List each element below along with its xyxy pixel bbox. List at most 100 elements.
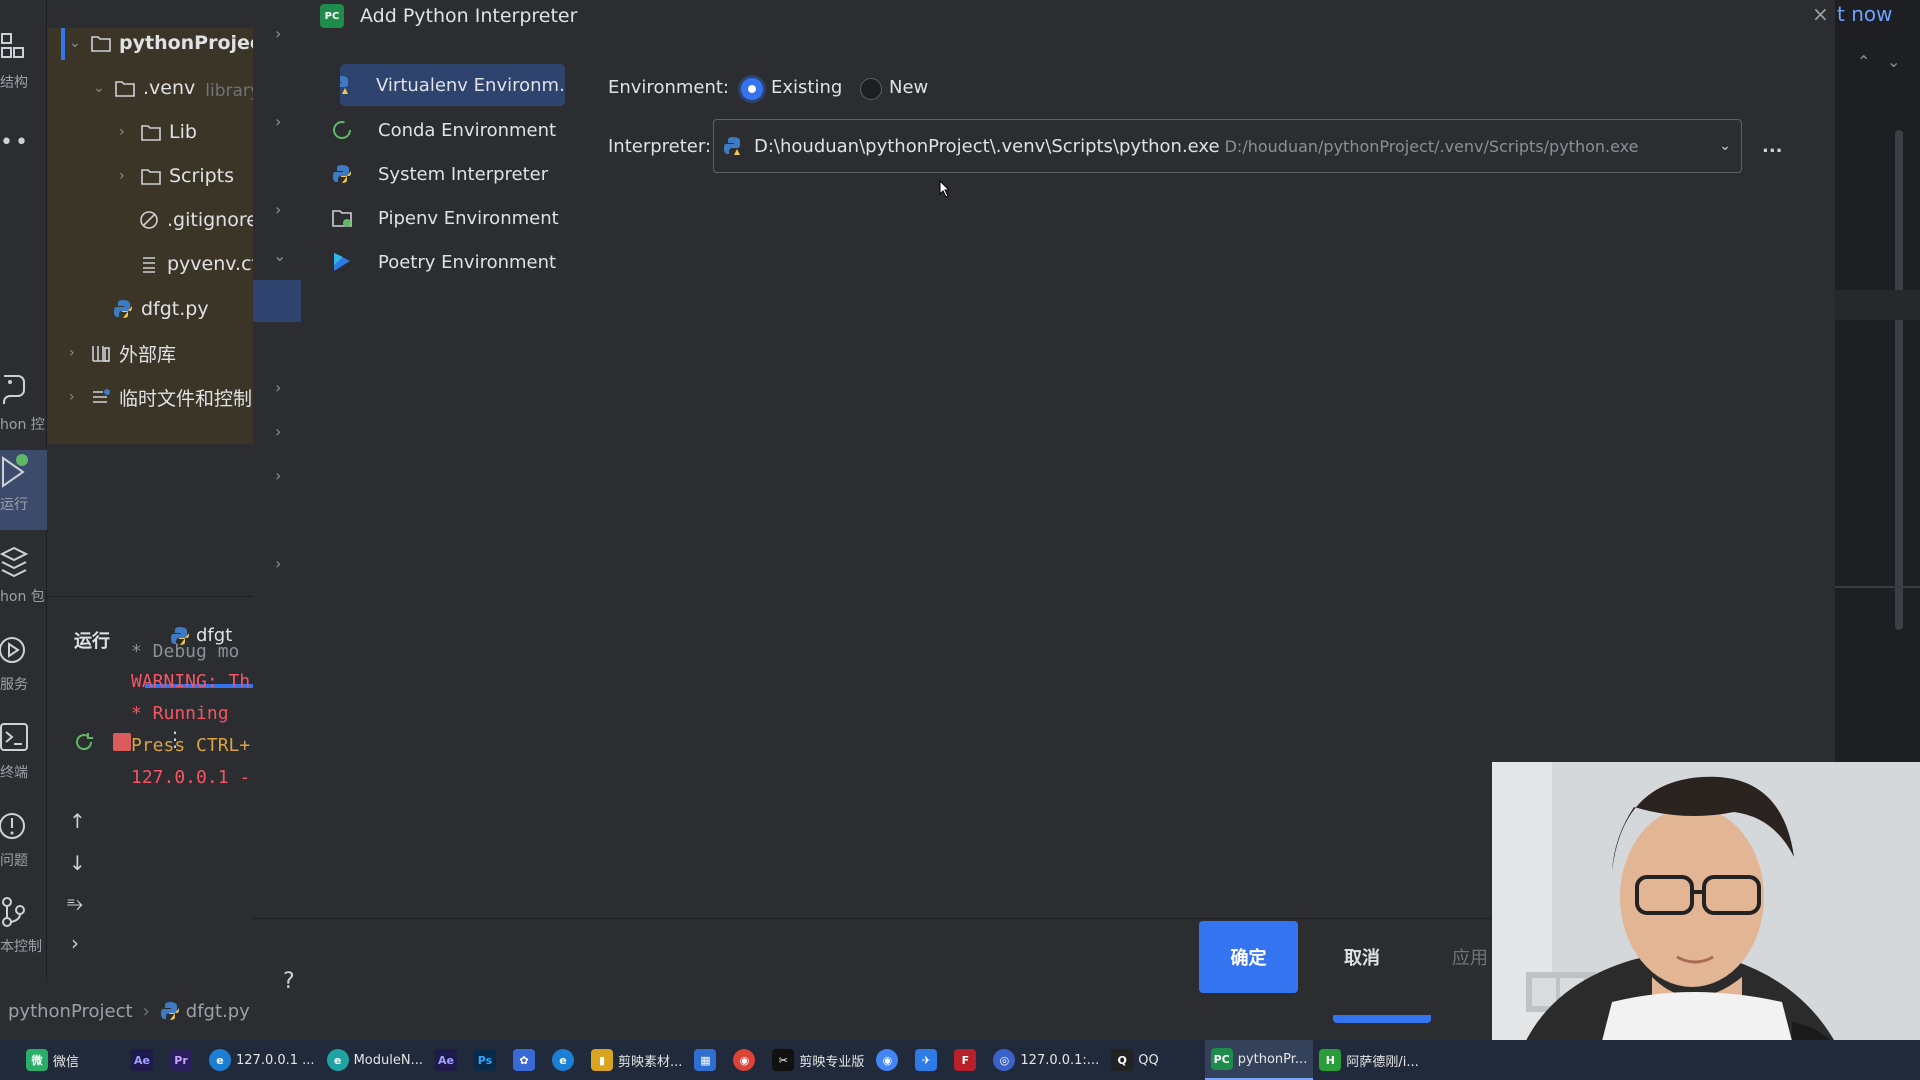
cancel-button[interactable]: 取消 (1320, 921, 1404, 993)
python-file-icon (160, 1002, 179, 1020)
chevron-right-icon[interactable]: › (275, 24, 281, 43)
taskbar-item-wechat[interactable]: 微 微信 (20, 1040, 85, 1080)
taskbar-item-folder[interactable]: ▮ 剪映素材... (585, 1040, 688, 1080)
chevron-right-icon[interactable]: › (275, 554, 281, 573)
tree-item-root[interactable]: ⌄ pythonProject (69, 25, 253, 61)
taskbar-item-chrome-2[interactable]: ◉ (870, 1040, 909, 1080)
taskbar-label: 微信 (53, 1054, 80, 1070)
activity-python-packages[interactable]: hon 包 (0, 542, 47, 606)
taskbar-item-edge-1[interactable]: e 127.0.0.1 ... (203, 1040, 321, 1080)
tree-item-gitignore[interactable]: .gitignore (139, 202, 253, 238)
notification-link[interactable]: t now (1837, 2, 1892, 26)
settings-tree-selected[interactable] (253, 280, 301, 322)
activity-more[interactable]: •• (0, 130, 47, 155)
breadcrumb-file[interactable]: dfgt.py (186, 1001, 250, 1022)
taskbar-item-hbuilder[interactable]: H 阿萨德刚/i... (1313, 1040, 1424, 1080)
structure-icon (1, 33, 24, 58)
radio-new[interactable] (860, 78, 882, 100)
nav-system[interactable]: System Interpreter (330, 153, 565, 195)
activity-structure[interactable]: 结构 (0, 30, 47, 92)
settings-ok-button-edge[interactable] (1333, 1015, 1431, 1023)
scrollbar[interactable] (1895, 130, 1903, 630)
activity-vcs[interactable]: 本控制 (0, 892, 47, 956)
chevron-down-icon[interactable]: ⌄ (1719, 138, 1731, 154)
nav-poetry[interactable]: Poetry Environment (330, 241, 565, 283)
conda-icon (330, 119, 354, 141)
tree-item-scratches[interactable]: › 临时文件和控制台 (69, 379, 253, 415)
taskbar-item-filezilla[interactable]: F (948, 1040, 987, 1080)
taskbar-item-feishu[interactable]: ✈ (909, 1040, 948, 1080)
taskbar-label: 127.0.0.1 ... (236, 1052, 315, 1068)
console-output[interactable]: * Debug mo WARNING: Th * Running Press C… (107, 637, 253, 982)
scroll-up-icon[interactable]: ↑ (69, 809, 86, 833)
tree-item-dfgt[interactable]: dfgt.py (113, 291, 209, 327)
activity-label: 问题 (0, 853, 28, 869)
browse-button[interactable]: ... (1762, 136, 1783, 157)
chevron-down-icon[interactable]: ⌄ (273, 246, 286, 265)
taskbar-item-chrome[interactable]: ◉ (727, 1040, 766, 1080)
activity-python-console[interactable]: hon 控 (0, 370, 47, 434)
nav-pipenv[interactable]: Pipenv Environment (330, 197, 565, 239)
radio-existing-label[interactable]: Existing (771, 77, 842, 98)
chevron-right-icon[interactable]: › (275, 422, 281, 441)
webcam-overlay (1492, 762, 1920, 1080)
apply-button[interactable]: 应用 (1440, 921, 1500, 993)
interpreter-label: Interpreter: (608, 136, 712, 157)
taskbar-label: ModuleN... (353, 1052, 423, 1068)
run-tab-title: 运行 (74, 631, 110, 652)
taskbar-item-store[interactable]: ▦ (688, 1040, 727, 1080)
taskbar-item-ae-2[interactable]: Ae (429, 1040, 468, 1080)
expand-icon[interactable]: › (71, 931, 79, 955)
breadcrumb-project[interactable]: pythonProject (8, 1001, 133, 1022)
close-icon[interactable]: × (1812, 2, 1829, 26)
chevron-right-icon[interactable]: › (275, 466, 281, 485)
taskbar-item-ae[interactable]: Ae (125, 1040, 164, 1080)
taskbar-item-pycharm[interactable]: PC pythonPr... (1204, 1040, 1314, 1080)
taskbar-item-app[interactable]: ✿ (507, 1040, 546, 1080)
taskbar-item-edge-3[interactable]: e (546, 1040, 585, 1080)
tree-item-scripts[interactable]: › Scripts (119, 158, 234, 194)
tree-item-label: .venv (143, 77, 196, 99)
nav-virtualenv[interactable]: Virtualenv Environm... (340, 64, 565, 106)
taskbar-item-browser[interactable]: ◎ 127.0.0.1:... (987, 1040, 1105, 1080)
chevron-right-icon: › (119, 124, 125, 140)
radio-new-label[interactable]: New (889, 77, 928, 98)
tree-item-label: .gitignore (167, 209, 253, 231)
chevron-right-icon[interactable]: › (275, 112, 281, 131)
tree-item-external-libs[interactable]: › 外部库 (69, 335, 176, 371)
settings-tree-strip: › › › ⌄ › › › › (253, 0, 301, 1040)
taskbar-label: 127.0.0.1:... (1020, 1052, 1100, 1068)
activity-terminal[interactable]: 终端 (0, 718, 47, 782)
nav-conda[interactable]: Conda Environment (330, 109, 565, 151)
taskbar-label: pythonPr... (1237, 1051, 1308, 1067)
help-button[interactable]: ? (283, 969, 295, 994)
ok-button[interactable]: 确定 (1199, 921, 1298, 993)
chevron-right-icon[interactable]: › (275, 378, 281, 397)
tree-item-suffix: library根 (205, 80, 253, 101)
activity-run[interactable]: 运行 (0, 450, 47, 530)
taskbar-item-ps[interactable]: Ps (468, 1040, 507, 1080)
activity-services[interactable]: 服务 (0, 630, 47, 694)
tree-item-pyvenv[interactable]: pyvenv.cfg (139, 246, 253, 282)
chevron-right-icon[interactable]: › (275, 200, 281, 219)
text-file-icon (143, 257, 155, 273)
taskbar-item-capcut[interactable]: ✂ 剪映专业版 (766, 1040, 870, 1080)
chevron-down-icon[interactable]: ⌄ (1887, 52, 1900, 71)
rerun-button[interactable] (73, 731, 95, 753)
chrome-icon: ◉ (733, 1049, 756, 1071)
taskbar-item-edge-2[interactable]: e ModuleN... (321, 1040, 429, 1080)
soft-wrap-icon[interactable]: ⥱ (67, 891, 83, 915)
radio-existing[interactable] (741, 78, 763, 100)
activity-problems[interactable]: 问题 (0, 806, 47, 870)
taskbar-item-qq[interactable]: Q QQ (1105, 1040, 1164, 1080)
scroll-down-icon[interactable]: ↓ (69, 851, 86, 875)
chevron-right-icon: › (142, 1000, 150, 1022)
chevron-down-icon: ⌄ (69, 35, 81, 51)
library-icon (92, 346, 110, 362)
layers-icon (0, 546, 28, 578)
chevron-up-icon[interactable]: ⌃ (1857, 52, 1870, 71)
interpreter-combobox[interactable]: D:\houduan\pythonProject\.venv\Scripts\p… (713, 119, 1742, 173)
tree-item-lib[interactable]: › Lib (119, 114, 197, 150)
tree-item-venv[interactable]: ⌄ .venv library根 (93, 70, 253, 106)
taskbar-item-pr[interactable]: Pr (164, 1040, 203, 1080)
